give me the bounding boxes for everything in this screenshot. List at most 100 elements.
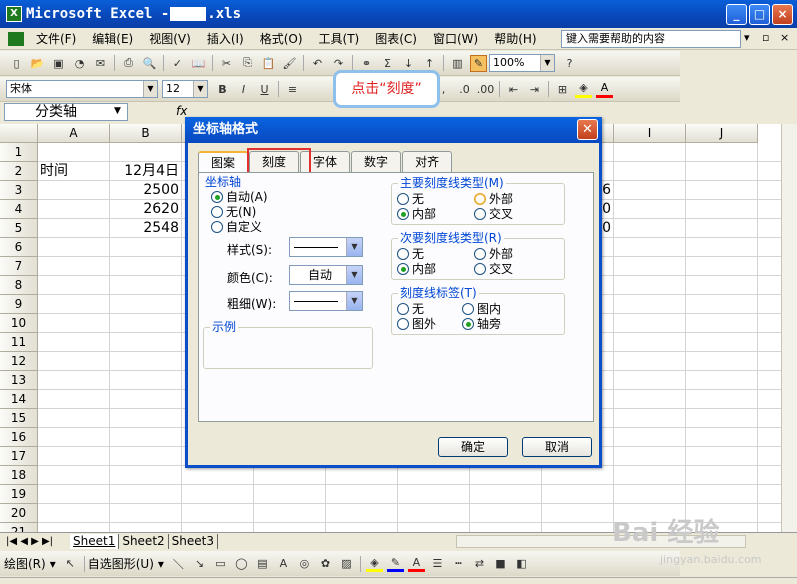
underline-icon[interactable]: U <box>256 81 273 98</box>
rectangle-icon[interactable]: ▭ <box>212 555 229 572</box>
menu-window[interactable]: 窗口(W) <box>425 28 486 50</box>
line-style-icon[interactable]: ☰ <box>429 555 446 572</box>
major-none-radio[interactable]: 无 <box>397 192 424 206</box>
arrow-style-icon[interactable]: ⇄ <box>471 555 488 572</box>
minimize-button[interactable]: _ <box>726 4 747 25</box>
fill-color-draw-icon[interactable]: ◈ <box>365 555 383 572</box>
paste-icon[interactable]: 📋 <box>260 55 277 72</box>
undo-icon[interactable]: ↶ <box>309 55 326 72</box>
column-header[interactable]: A <box>38 124 110 143</box>
help-icon[interactable]: ? <box>561 55 578 72</box>
sort-asc-icon[interactable]: ↓ <box>400 55 417 72</box>
column-header[interactable]: B <box>110 124 182 143</box>
font-select[interactable]: 宋体 ▼ <box>6 80 158 98</box>
save-icon[interactable]: ▣ <box>50 55 67 72</box>
arrow-icon[interactable]: ↘ <box>191 555 208 572</box>
permission-icon[interactable]: ◔ <box>71 55 88 72</box>
open-icon[interactable]: 📂 <box>29 55 46 72</box>
row-header[interactable]: 5 <box>0 219 38 238</box>
decrease-indent-icon[interactable]: ⇤ <box>505 81 522 98</box>
italic-icon[interactable]: I <box>235 81 252 98</box>
minor-inside-radio[interactable]: 内部 <box>397 262 436 276</box>
sheet-tab-2[interactable]: Sheet2 <box>119 533 169 549</box>
line-color-icon[interactable]: ✎ <box>386 555 404 572</box>
sheet-tab-1[interactable]: Sheet1 <box>70 533 120 549</box>
row-header[interactable]: 11 <box>0 333 38 352</box>
zoom-select[interactable]: 100% ▼ <box>489 54 555 72</box>
increase-decimal-icon[interactable]: .0 <box>456 81 473 98</box>
ok-button[interactable]: 确定 <box>438 437 508 457</box>
clipart-icon[interactable]: ✿ <box>317 555 334 572</box>
fill-color-icon[interactable]: ◈ <box>575 81 592 98</box>
row-header[interactable]: 20 <box>0 504 38 523</box>
help-dropdown-icon[interactable]: ▾ <box>744 31 750 44</box>
cell-b5[interactable]: 2548 <box>112 219 179 238</box>
textbox-icon[interactable]: ▤ <box>254 555 271 572</box>
menu-help[interactable]: 帮助(H) <box>486 28 544 50</box>
sheet-tab-3[interactable]: Sheet3 <box>169 533 218 549</box>
line-color-select[interactable]: 自动 ▼ <box>289 265 363 285</box>
menu-view[interactable]: 视图(V) <box>141 28 199 50</box>
autosum-icon[interactable]: Σ <box>379 55 396 72</box>
row-header[interactable]: 16 <box>0 428 38 447</box>
fx-icon[interactable]: fx <box>176 104 187 118</box>
label-none-radio[interactable]: 无 <box>397 302 424 316</box>
tab-nav-icons[interactable]: |◀ ◀ ▶ ▶| <box>0 536 70 547</box>
tab-alignment[interactable]: 对齐 <box>402 151 453 173</box>
row-header[interactable]: 15 <box>0 409 38 428</box>
axis-none-radio[interactable]: 无(N) <box>211 205 256 219</box>
menu-file[interactable]: 文件(F) <box>28 28 84 50</box>
label-high-radio[interactable]: 图内 <box>462 302 501 316</box>
row-header[interactable]: 19 <box>0 485 38 504</box>
line-style-select[interactable]: ▼ <box>289 237 363 257</box>
row-header[interactable]: 13 <box>0 371 38 390</box>
3d-icon[interactable]: ◧ <box>513 555 530 572</box>
dash-style-icon[interactable]: ┅ <box>450 555 467 572</box>
wordart-icon[interactable]: A <box>275 555 292 572</box>
email-icon[interactable]: ✉ <box>92 55 109 72</box>
menu-insert[interactable]: 插入(I) <box>199 28 252 50</box>
align-left-icon[interactable]: ≡ <box>284 81 301 98</box>
cancel-button[interactable]: 取消 <box>522 437 592 457</box>
decrease-decimal-icon[interactable]: .00 <box>477 81 495 98</box>
drawing-icon[interactable]: ✎ <box>470 54 487 72</box>
preview-icon[interactable]: 🔍 <box>141 55 158 72</box>
row-header[interactable]: 17 <box>0 447 38 466</box>
close-button[interactable]: × <box>772 4 793 25</box>
row-header[interactable]: 14 <box>0 390 38 409</box>
row-header[interactable]: 4 <box>0 200 38 219</box>
label-nextto-radio[interactable]: 轴旁 <box>462 317 501 331</box>
minor-cross-radio[interactable]: 交叉 <box>474 262 513 276</box>
line-icon[interactable]: ＼ <box>170 555 187 572</box>
row-header[interactable]: 18 <box>0 466 38 485</box>
font-size-select[interactable]: 12 ▼ <box>162 80 208 98</box>
increase-indent-icon[interactable]: ⇥ <box>526 81 543 98</box>
cell-b4[interactable]: 2620 <box>112 200 179 219</box>
restore-doc-icon[interactable]: ▫ <box>762 31 769 44</box>
row-header[interactable]: 10 <box>0 314 38 333</box>
label-low-radio[interactable]: 图外 <box>397 317 436 331</box>
row-header[interactable]: 21 <box>0 523 38 532</box>
maximize-button[interactable]: □ <box>749 4 770 25</box>
draw-menu[interactable]: 绘图(R) <box>4 555 46 572</box>
autoshapes-menu[interactable]: 自选图形(U) <box>88 555 154 572</box>
column-header[interactable]: J <box>686 124 758 143</box>
name-box-chevron-icon[interactable]: ▼ <box>114 106 121 116</box>
row-header[interactable]: 7 <box>0 257 38 276</box>
select-pointer-icon[interactable]: ↖ <box>62 555 79 572</box>
oval-icon[interactable]: ◯ <box>233 555 250 572</box>
vertical-scrollbar[interactable] <box>781 124 797 532</box>
axis-auto-radio[interactable]: 自动(A) <box>211 190 268 204</box>
cut-icon[interactable]: ✂ <box>218 55 235 72</box>
bold-icon[interactable]: B <box>214 81 231 98</box>
format-painter-icon[interactable]: 🖌 <box>281 55 298 72</box>
print-icon[interactable]: ⎙ <box>120 55 137 72</box>
picture-icon[interactable]: ▨ <box>338 555 355 572</box>
shadow-icon[interactable]: ■ <box>492 555 509 572</box>
row-header[interactable]: 2 <box>0 162 38 181</box>
menu-chart[interactable]: 图表(C) <box>367 28 425 50</box>
font-color-draw-icon[interactable]: A <box>407 555 425 572</box>
select-all-corner[interactable] <box>0 124 38 143</box>
hyperlink-icon[interactable]: ⚭ <box>358 55 375 72</box>
row-header[interactable]: 9 <box>0 295 38 314</box>
